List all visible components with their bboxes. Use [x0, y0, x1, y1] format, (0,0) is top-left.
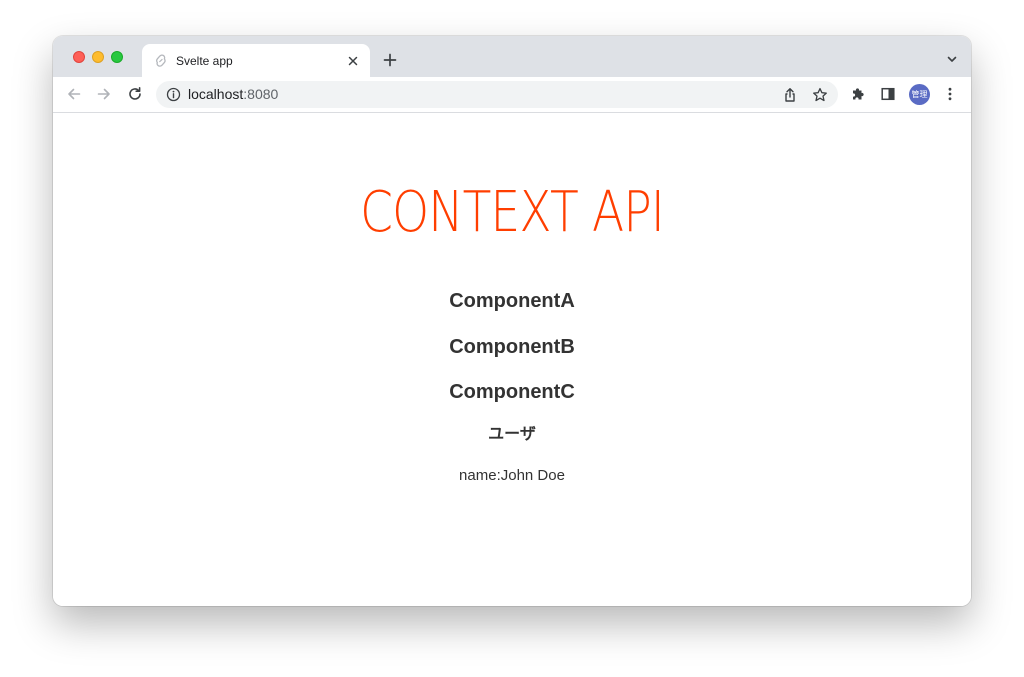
component-b-heading: ComponentB — [449, 336, 575, 358]
arrow-right-icon[interactable] — [94, 84, 114, 104]
svelte-icon — [154, 54, 168, 68]
chevron-down-icon[interactable] — [945, 52, 959, 66]
arrow-left-icon[interactable] — [64, 84, 84, 104]
component-c-heading: ComponentC — [449, 381, 575, 403]
url-port: :8080 — [243, 86, 279, 102]
page-content: CONTEXT API ComponentA ComponentB Compon… — [53, 113, 971, 606]
browser-window: Svelte app localhost:8080 管理 CONTEXT API… — [53, 36, 971, 606]
info-icon[interactable] — [166, 87, 181, 102]
zoom-window-button[interactable] — [111, 51, 123, 63]
reload-icon[interactable] — [125, 84, 145, 104]
minimize-window-button[interactable] — [92, 51, 104, 63]
tab-title: Svelte app — [176, 54, 233, 68]
puzzle-icon[interactable] — [848, 84, 868, 104]
browser-toolbar: localhost:8080 管理 — [53, 77, 971, 113]
plus-icon[interactable] — [380, 50, 400, 70]
page-title: CONTEXT API — [360, 180, 665, 245]
side-panel-icon[interactable] — [878, 84, 898, 104]
component-a-heading: ComponentA — [449, 290, 575, 312]
address-bar[interactable]: localhost:8080 — [156, 81, 838, 108]
tab-strip: Svelte app — [53, 36, 971, 77]
url-host: localhost — [188, 86, 244, 102]
active-tab[interactable]: Svelte app — [142, 44, 370, 77]
url-text[interactable]: localhost:8080 — [188, 86, 278, 103]
close-icon[interactable] — [344, 52, 362, 70]
user-name: name:John Doe — [459, 467, 565, 484]
close-window-button[interactable] — [73, 51, 85, 63]
profile-avatar[interactable]: 管理 — [909, 84, 930, 105]
star-icon[interactable] — [811, 86, 829, 104]
kebab-menu-icon[interactable] — [940, 84, 960, 104]
user-heading: ユーザ — [488, 426, 536, 443]
share-icon[interactable] — [781, 86, 799, 104]
